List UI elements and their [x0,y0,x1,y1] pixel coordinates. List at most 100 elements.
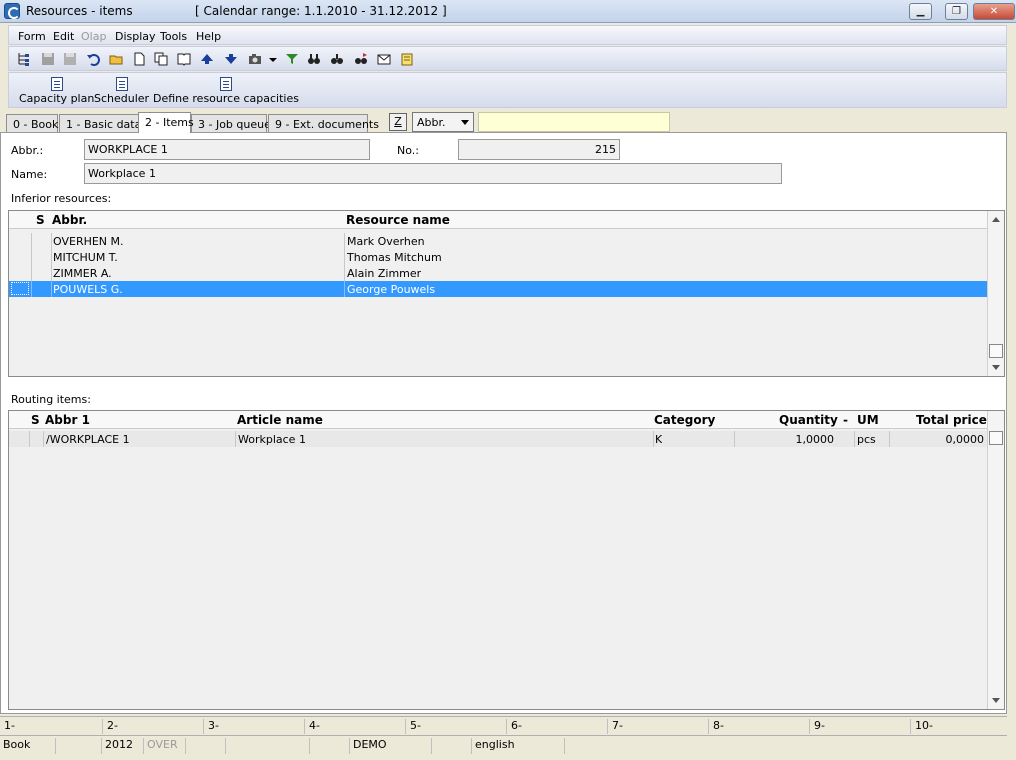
copy-icon[interactable] [154,52,168,66]
tab-basic-data[interactable]: 1 - Basic data [59,114,141,133]
inferior-resources-grid[interactable]: S Abbr. Resource name OVERHEN M. Mark Ov… [8,210,1005,377]
binoculars-icon[interactable] [307,52,321,66]
search-field-value: Abbr. [417,116,446,129]
col-article-name[interactable]: Article name [237,413,323,427]
tab-job-queue[interactable]: 3 - Job queue [191,114,271,133]
inferior-grid-header: S Abbr. Resource name [9,211,987,229]
function-key-1[interactable]: 1- [0,719,15,734]
document-icon [50,77,63,91]
save-as-icon[interactable] [63,52,77,66]
filter-icon[interactable] [285,52,299,66]
scroll-thumb[interactable] [989,431,1003,445]
function-key-7[interactable]: 7- [607,719,623,734]
function-key-6[interactable]: 6- [506,719,522,734]
minimize-button[interactable]: ▁ [909,3,932,20]
chevron-down-icon [461,120,469,125]
tree-icon[interactable] [17,52,31,66]
notes-icon[interactable] [400,52,414,66]
capacity-plan-button[interactable]: Capacity plan [19,77,94,105]
table-row[interactable]: ZIMMER A. Alain Zimmer [9,265,987,281]
row-selector[interactable] [11,282,29,295]
define-resource-capacities-button[interactable]: Define resource capacities [153,77,299,105]
resource-abbr: POUWELS G. [53,283,123,296]
table-row[interactable]: /WORKPLACE 1 Workplace 1 K 1,0000 pcs 0,… [9,431,987,447]
menu-edit[interactable]: Edit [53,30,74,43]
col-abbr[interactable]: Abbr. [52,213,87,227]
scroll-down-icon[interactable] [992,698,1000,703]
function-key-4[interactable]: 4- [304,719,320,734]
resource-abbr: MITCHUM T. [53,251,118,264]
function-key-9[interactable]: 9- [809,719,825,734]
arrow-up-icon[interactable] [200,52,214,66]
resource-name: Thomas Mitchum [347,251,442,264]
dropdown-arrow-icon[interactable] [268,52,278,66]
routing-total-price: 0,0000 [945,433,985,446]
status-bar: Book 2012 OVER DEMO english [0,735,1007,755]
open-folder-icon[interactable] [109,52,123,66]
no-field[interactable]: 215 [458,139,620,160]
z-button[interactable]: Z [389,113,407,131]
menu-form[interactable]: Form [18,30,46,43]
tab-items[interactable]: 2 - Items [138,112,194,133]
function-key-2[interactable]: 2- [102,719,118,734]
status-language: english [472,738,565,754]
name-field[interactable]: Workplace 1 [84,163,782,184]
function-key-8[interactable]: 8- [708,719,724,734]
capacity-plan-label: Capacity plan [19,92,95,105]
new-document-icon[interactable] [132,52,146,66]
table-row[interactable]: OVERHEN M. Mark Overhen [9,233,987,249]
scroll-thumb[interactable] [989,344,1003,358]
col-quantity[interactable]: Quantity [779,413,838,427]
search-input[interactable] [478,112,670,132]
col-total-price[interactable]: Total price [916,413,987,427]
status-book: Book [0,738,56,754]
routing-article-name: Workplace 1 [238,433,306,446]
scroll-up-icon[interactable] [992,217,1000,222]
col-dash[interactable]: - [843,413,848,427]
routing-category: K [655,433,663,446]
camera-icon[interactable] [248,52,262,66]
function-key-3[interactable]: 3- [203,719,219,734]
col-abbr1[interactable]: Abbr 1 [45,413,90,427]
menu-help[interactable]: Help [196,30,221,43]
tab-book[interactable]: 0 - Book [6,114,58,133]
col-um[interactable]: UM [857,413,879,427]
resource-name: Mark Overhen [347,235,425,248]
mail-icon[interactable] [377,52,391,66]
menu-tools[interactable]: Tools [160,30,187,43]
abbr-field[interactable]: WORKPLACE 1 [84,139,370,160]
document-icon [115,77,128,91]
app-icon[interactable] [4,3,20,19]
inferior-scrollbar[interactable] [987,211,1004,376]
menu-display[interactable]: Display [115,30,156,43]
search-field-select[interactable]: Abbr. [412,112,474,132]
table-row-selected[interactable]: POUWELS G. George Pouwels [9,281,987,297]
function-key-10[interactable]: 10- [910,719,933,734]
col-category[interactable]: Category [654,413,715,427]
restore-button[interactable]: ❐ [945,3,968,20]
col-s[interactable]: S [36,213,45,227]
status-cell [310,738,350,754]
find-next-icon[interactable] [330,52,344,66]
scroll-down-icon[interactable] [992,365,1000,370]
save-icon[interactable] [41,52,55,66]
scheduler-button[interactable]: Scheduler [94,77,149,105]
routing-items-grid[interactable]: S Abbr 1 Article name Category Quantity … [8,410,1005,710]
col-resource-name[interactable]: Resource name [346,213,450,227]
tab-ext-documents[interactable]: 9 - Ext. documents [268,114,379,133]
status-database: DEMO [350,738,432,754]
col-s[interactable]: S [31,413,40,427]
routing-quantity: 1,0000 [795,433,835,446]
routing-um: pcs [857,433,876,446]
undo-icon[interactable] [86,52,100,66]
menu-olap[interactable]: Olap [81,30,106,43]
close-button[interactable]: ✕ [973,3,1015,20]
function-key-5[interactable]: 5- [405,719,421,734]
status-cell [432,738,472,754]
arrow-down-icon[interactable] [224,52,238,66]
routing-scrollbar[interactable] [987,411,1004,709]
book-icon[interactable] [177,52,191,66]
find-replace-icon[interactable] [354,52,368,66]
table-row[interactable]: MITCHUM T. Thomas Mitchum [9,249,987,265]
resource-name: George Pouwels [347,283,436,296]
